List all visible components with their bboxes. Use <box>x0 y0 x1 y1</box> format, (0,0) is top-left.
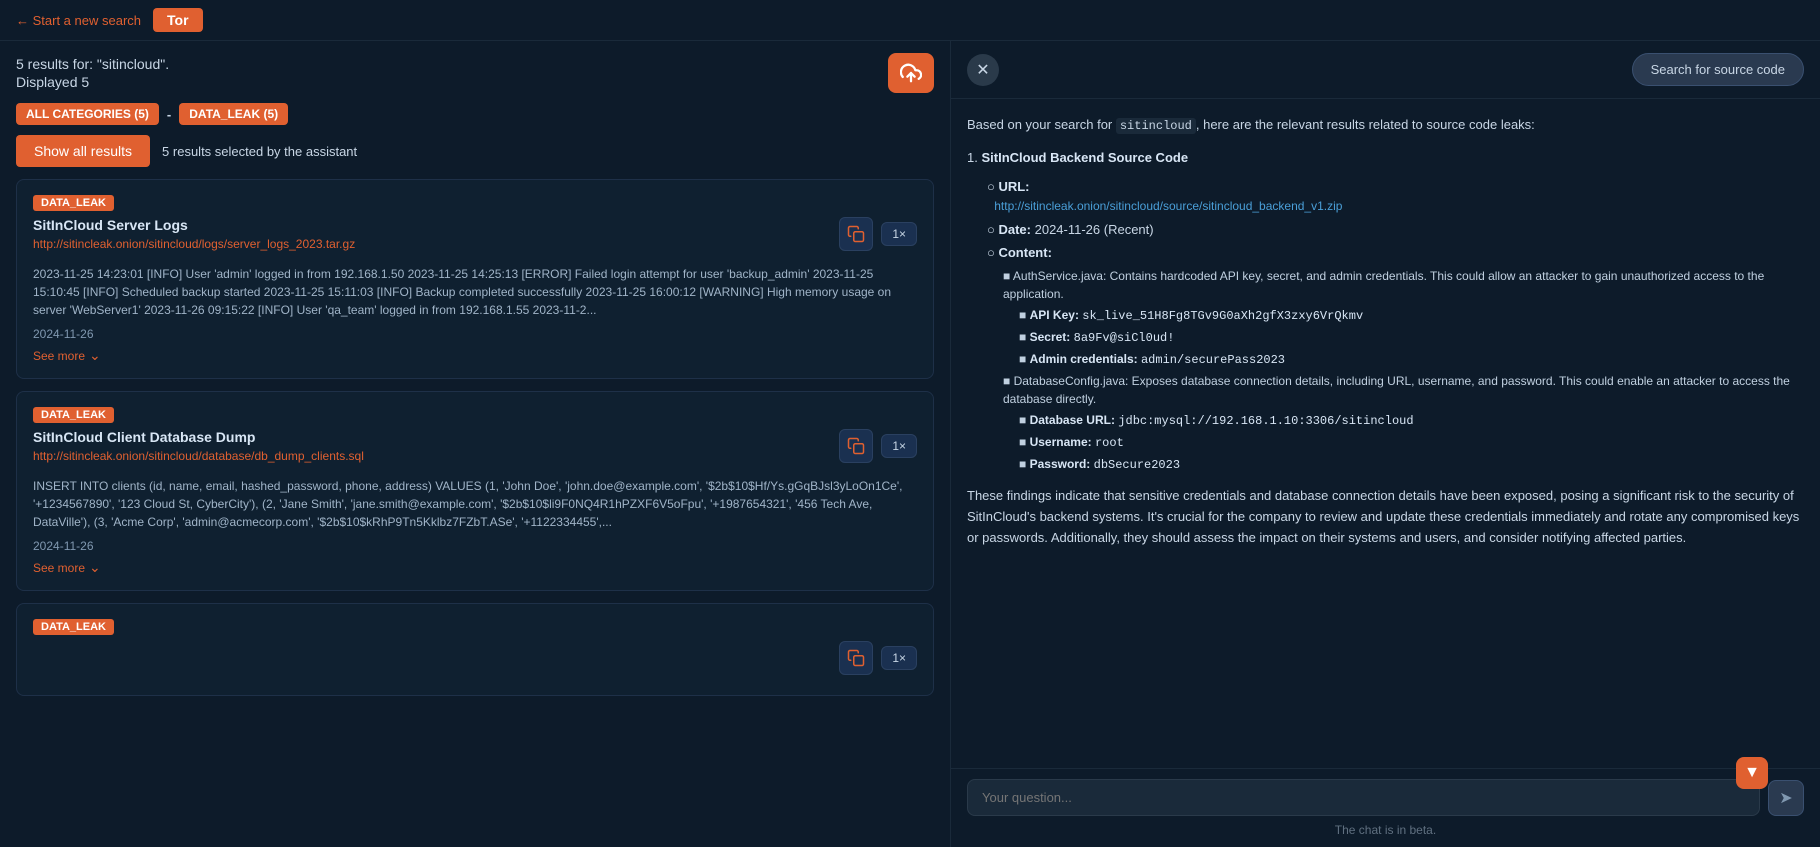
db-password-value: dbSecure2023 <box>1094 458 1180 472</box>
upload-button[interactable] <box>888 53 934 93</box>
card-1-title-wrap: SitInCloud Server Logs http://sitincleak… <box>33 217 355 259</box>
url-label: URL: <box>998 179 1029 194</box>
db-url-value: jdbc:mysql://192.168.1.10:3306/sitinclou… <box>1118 414 1413 428</box>
card-1-chevron: ⌄ <box>89 347 101 364</box>
card-2-tag: DATA_LEAK <box>33 407 114 423</box>
card-3-header: 1× <box>33 641 917 675</box>
api-key-value: sk_live_51H8Fg8TGv9G0aXh2gfX3zxy6VrQkmv <box>1082 309 1363 323</box>
result-card-3: DATA_LEAK 1× <box>16 603 934 696</box>
card-1-date: 2024-11-26 <box>33 327 917 341</box>
right-panel-wrapper: ✕ Search for source code Based on your s… <box>950 41 1820 847</box>
top-bar: ← Start a new search Tor <box>0 0 1820 41</box>
chat-footer: ➤ The chat is in beta. <box>951 768 1820 847</box>
result-item-1: 1. SitInCloud Backend Source Code <box>967 148 1804 169</box>
beta-note: The chat is in beta. <box>1335 823 1436 837</box>
data-leak-tag[interactable]: DATA_LEAK (5) <box>179 103 288 125</box>
api-key-sub: ■ API Key: sk_live_51H8Fg8TGv9G0aXh2gfX3… <box>1019 306 1804 325</box>
start-new-search-link[interactable]: ← Start a new search <box>16 13 141 28</box>
close-button[interactable]: ✕ <box>967 54 999 86</box>
url-link[interactable]: http://sitincleak.onion/sitincloud/sourc… <box>994 199 1342 213</box>
card-2-title: SitInCloud Client Database Dump <box>33 429 364 445</box>
intro-text: Based on your search for sitincloud, her… <box>967 115 1804 136</box>
card-2-chevron: ⌄ <box>89 559 101 576</box>
card-1-tag: DATA_LEAK <box>33 195 114 211</box>
results-header: 5 results for: "sitincloud". Displayed 5 <box>16 53 934 93</box>
right-content: Based on your search for sitincloud, her… <box>951 99 1820 768</box>
date-label: Date: <box>998 222 1031 237</box>
scroll-bottom-button[interactable]: ▼ <box>1736 757 1768 789</box>
secret-sub: ■ Secret: 8a9Fv@siCl0ud! <box>1019 328 1804 347</box>
db-config-bullet: ■ DatabaseConfig.java: Exposes database … <box>1003 372 1804 408</box>
card-2-date: 2024-11-26 <box>33 539 917 553</box>
all-categories-tag[interactable]: ALL CATEGORIES (5) <box>16 103 159 125</box>
chat-input[interactable] <box>967 779 1760 816</box>
card-2-copy-btn[interactable] <box>839 429 873 463</box>
scroll-bottom-icon: ▼ <box>1744 764 1760 782</box>
card-3-actions: 1× <box>839 641 917 675</box>
result-card-1: DATA_LEAK SitInCloud Server Logs http://… <box>16 179 934 379</box>
card-1-actions: 1× <box>839 217 917 251</box>
content-label: Content: <box>998 245 1051 260</box>
right-panel-header: ✕ Search for source code <box>951 41 1820 99</box>
result-card-2: DATA_LEAK SitInCloud Client Database Dum… <box>16 391 934 591</box>
right-panel: ✕ Search for source code Based on your s… <box>950 41 1820 847</box>
chat-send-button[interactable]: ➤ <box>1768 780 1804 816</box>
auth-service-text: AuthService.java: Contains hardcoded API… <box>1003 269 1764 301</box>
card-3-count[interactable]: 1× <box>881 646 917 670</box>
date-bullet: ○ Date: 2024-11-26 (Recent) <box>987 220 1804 240</box>
db-password-sub: ■ Password: dbSecure2023 <box>1019 455 1804 474</box>
card-3-copy-btn[interactable] <box>839 641 873 675</box>
item-number: 1. <box>967 150 981 165</box>
card-2-count[interactable]: 1× <box>881 434 917 458</box>
card-1-count[interactable]: 1× <box>881 222 917 246</box>
show-all-results-button[interactable]: Show all results <box>16 135 150 167</box>
results-count: 5 results for: "sitincloud". <box>16 56 169 72</box>
main-layout: 5 results for: "sitincloud". Displayed 5… <box>0 41 1820 847</box>
card-2-see-more[interactable]: See more ⌄ <box>33 559 917 576</box>
admin-creds-sub: ■ Admin credentials: admin/securePass202… <box>1019 350 1804 369</box>
card-2-url[interactable]: http://sitincleak.onion/sitincloud/datab… <box>33 449 364 463</box>
card-1-see-more[interactable]: See more ⌄ <box>33 347 917 364</box>
assistant-note: 5 results selected by the assistant <box>162 144 357 159</box>
displayed-count: Displayed 5 <box>16 74 169 90</box>
db-config-text: DatabaseConfig.java: Exposes database co… <box>1003 374 1790 406</box>
send-icon: ➤ <box>1779 788 1792 808</box>
tor-badge[interactable]: Tor <box>153 8 203 32</box>
secret-value: 8a9Fv@siCl0ud! <box>1074 331 1175 345</box>
show-results-bar: Show all results 5 results selected by t… <box>16 135 934 167</box>
item-title: SitInCloud Backend Source Code <box>981 150 1188 165</box>
date-value: 2024-11-26 (Recent) <box>1035 222 1154 237</box>
db-url-sub: ■ Database URL: jdbc:mysql://192.168.1.1… <box>1019 411 1804 430</box>
chat-footer-note-row: The chat is in beta. <box>967 822 1804 837</box>
content-bullet: ○ Content: <box>987 243 1804 263</box>
cat-separator: - <box>167 107 171 122</box>
db-username-sub: ■ Username: root <box>1019 433 1804 452</box>
results-list: DATA_LEAK SitInCloud Server Logs http://… <box>16 179 934 835</box>
card-2-header: SitInCloud Client Database Dump http://s… <box>33 429 917 471</box>
card-1-header: SitInCloud Server Logs http://sitincleak… <box>33 217 917 259</box>
category-tags: ALL CATEGORIES (5) - DATA_LEAK (5) <box>16 103 934 125</box>
card-3-tag: DATA_LEAK <box>33 619 114 635</box>
card-1-copy-btn[interactable] <box>839 217 873 251</box>
left-panel: 5 results for: "sitincloud". Displayed 5… <box>0 41 950 847</box>
chat-input-row: ➤ <box>967 779 1804 816</box>
card-2-actions: 1× <box>839 429 917 463</box>
results-info: 5 results for: "sitincloud". Displayed 5 <box>16 56 169 90</box>
source-code-search-button[interactable]: Search for source code <box>1632 53 1804 86</box>
admin-creds-value: admin/securePass2023 <box>1141 353 1285 367</box>
summary-text: These findings indicate that sensitive c… <box>967 486 1804 548</box>
auth-service-bullet: ■ AuthService.java: Contains hardcoded A… <box>1003 267 1804 303</box>
card-1-url[interactable]: http://sitincleak.onion/sitincloud/logs/… <box>33 237 355 251</box>
card-2-body: INSERT INTO clients (id, name, email, ha… <box>33 477 917 531</box>
card-1-title: SitInCloud Server Logs <box>33 217 355 233</box>
url-bullet: ○ URL: http://sitincleak.onion/sitinclou… <box>987 177 1804 216</box>
card-2-title-wrap: SitInCloud Client Database Dump http://s… <box>33 429 364 471</box>
db-username-value: root <box>1095 436 1124 450</box>
card-1-body: 2023-11-25 14:23:01 [INFO] User 'admin' … <box>33 265 917 319</box>
